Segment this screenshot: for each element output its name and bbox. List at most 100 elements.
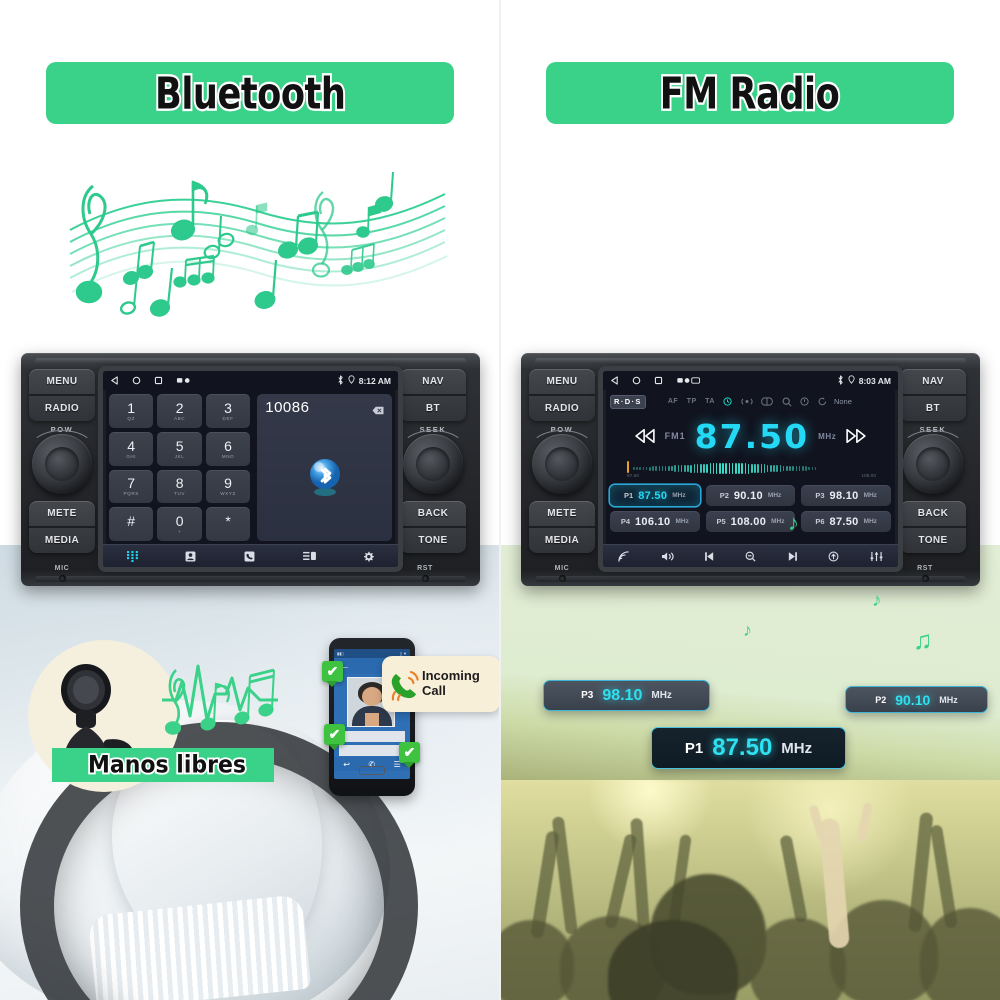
refresh-icon[interactable] [818, 397, 827, 406]
rst-hole[interactable] [922, 575, 929, 582]
android-status-bar: 8:12 AM [103, 371, 398, 390]
recents-nav-icon[interactable] [154, 376, 163, 385]
power-knob-wrap: POW [29, 425, 95, 494]
preset-p1[interactable]: P1 87.50 MHz [610, 485, 700, 506]
seek-knob[interactable] [903, 434, 963, 494]
fast-forward-icon[interactable] [845, 428, 867, 444]
bt-button[interactable]: BT [900, 396, 966, 421]
media-button[interactable]: MEDIA [29, 528, 95, 553]
menu-button[interactable]: MENU [29, 369, 95, 396]
info-icon[interactable] [800, 397, 810, 406]
equalizer-icon[interactable] [870, 551, 883, 562]
nav-button[interactable]: NAV [400, 369, 466, 396]
call-log-icon[interactable] [244, 551, 255, 562]
mete-media-button-pair[interactable]: METE MEDIA [29, 501, 95, 553]
back-nav-icon[interactable] [610, 376, 619, 385]
preset-p6[interactable]: P6 87.50 MHz [801, 511, 891, 532]
dial-key-0[interactable]: 0 + [157, 507, 202, 541]
rewind-icon[interactable] [634, 428, 656, 444]
antenna-icon[interactable] [828, 551, 839, 562]
contacts-icon[interactable] [185, 551, 196, 562]
tuning-scale[interactable]: 87.50 108.00 [627, 461, 876, 480]
back-tone-button-pair[interactable]: BACK TONE [900, 501, 966, 553]
phone-home-button[interactable] [359, 766, 385, 775]
rds-tp-flag[interactable]: TP [687, 398, 697, 405]
radio-button[interactable]: RADIO [29, 396, 95, 421]
back-nav-icon[interactable] [110, 376, 119, 385]
back-button[interactable]: BACK [900, 501, 966, 528]
screenshot-icon[interactable] [676, 376, 701, 385]
preset-p3[interactable]: P3 98.10 MHz [801, 485, 891, 506]
dial-key-5[interactable]: 5 JKL [157, 431, 202, 466]
menu-radio-button-pair[interactable]: MENU RADIO [529, 369, 595, 421]
tone-button[interactable]: TONE [400, 528, 466, 553]
tone-button[interactable]: TONE [900, 528, 966, 553]
dialed-number-display[interactable]: 10086 [257, 394, 392, 541]
home-nav-icon[interactable] [132, 376, 141, 385]
dial-key-3[interactable]: 3 DEF [205, 394, 251, 428]
seek-knob[interactable] [403, 434, 463, 494]
menu-radio-button-pair[interactable]: MENU RADIO [29, 369, 95, 421]
nav-bt-button-pair[interactable]: NAV BT [900, 369, 966, 421]
rds-ta-flag[interactable]: TA [705, 398, 715, 405]
search-icon[interactable] [782, 397, 792, 407]
mete-media-button-pair[interactable]: METE MEDIA [529, 501, 595, 553]
dial-key-7[interactable]: 7 PQRS [109, 469, 154, 504]
preset-p4[interactable]: P4 106.10 MHz [610, 511, 700, 532]
media-button[interactable]: MEDIA [529, 528, 595, 553]
unit-bottom-trim [35, 576, 466, 582]
dial-key-9[interactable]: 9 WXYZ [205, 469, 251, 504]
dial-key-2[interactable]: 2 ABC [157, 394, 202, 428]
phone-nav-back-icon[interactable]: ↩ [343, 760, 350, 769]
rds-af-flag[interactable]: AF [668, 398, 678, 405]
next-icon[interactable] [787, 551, 798, 562]
dial-key-hash[interactable]: # [109, 507, 154, 541]
preset-p5[interactable]: P5 108.00 MHz [705, 511, 796, 532]
dial-key-6[interactable]: 6 MNO [205, 431, 251, 466]
mete-button[interactable]: METE [529, 501, 595, 528]
backspace-icon[interactable] [372, 402, 384, 420]
floating-preset-badge-p1[interactable]: P1 87.50 MHz [651, 727, 846, 769]
volume-icon[interactable] [661, 551, 674, 562]
nav-button[interactable]: NAV [900, 369, 966, 396]
signal-icon[interactable] [741, 397, 753, 406]
preset-p2[interactable]: P2 90.10 MHz [705, 485, 796, 506]
playlist-icon[interactable] [302, 551, 316, 562]
recents-nav-icon[interactable] [654, 376, 663, 385]
fm-radio-screen[interactable]: 8:03 AM R·D·S AF TP TA None FM1 87.50 MH… [603, 371, 898, 567]
bluetooth-header-pill: Bluetooth [46, 62, 454, 124]
rds-pty-value[interactable]: None [834, 397, 852, 406]
music-staff-illustration [60, 160, 450, 320]
dial-key-1[interactable]: 1 QZ [109, 394, 154, 428]
dial-key-4[interactable]: 4 GHI [109, 431, 154, 466]
bluetooth-screen[interactable]: 8:12 AM 1 QZ 2 ABC 3 DEF 4 GHI 5 JKL 6 MNO 7 PQ… [103, 371, 398, 567]
seek-knob-wrap: SEEK [900, 425, 966, 494]
nav-bt-button-pair[interactable]: NAV BT [400, 369, 466, 421]
band-icon[interactable] [618, 550, 630, 562]
power-knob[interactable] [32, 434, 92, 494]
radio-button[interactable]: RADIO [529, 396, 595, 421]
back-tone-button-pair[interactable]: BACK TONE [400, 501, 466, 553]
dial-key-8[interactable]: 8 TUV [157, 469, 202, 504]
settings-gear-icon[interactable] [363, 551, 375, 562]
clock-icon[interactable] [723, 397, 733, 406]
previous-icon[interactable] [704, 551, 715, 562]
scan-icon[interactable] [745, 551, 756, 562]
floating-preset-badge-p3[interactable]: P3 98.10 MHz [543, 680, 710, 711]
tuning-scale-max: 108.00 [861, 474, 876, 479]
bt-button[interactable]: BT [400, 396, 466, 421]
rds-badge[interactable]: R·D·S [610, 394, 646, 409]
rst-hole[interactable] [422, 575, 429, 582]
menu-button[interactable]: MENU [529, 369, 595, 396]
dialpad-icon[interactable] [126, 550, 138, 562]
stereo-icon[interactable] [761, 397, 774, 406]
dial-key-star[interactable]: * [205, 507, 251, 541]
dialed-number: 10086 [265, 399, 310, 416]
home-nav-icon[interactable] [632, 376, 641, 385]
power-knob[interactable] [532, 434, 592, 494]
back-button[interactable]: BACK [400, 501, 466, 528]
floating-preset-badge-p2[interactable]: P2 90.10 MHz [845, 686, 988, 713]
mete-button[interactable]: METE [29, 501, 95, 528]
screenshot-icon[interactable] [176, 376, 193, 385]
band-label[interactable]: FM1 [665, 431, 686, 441]
